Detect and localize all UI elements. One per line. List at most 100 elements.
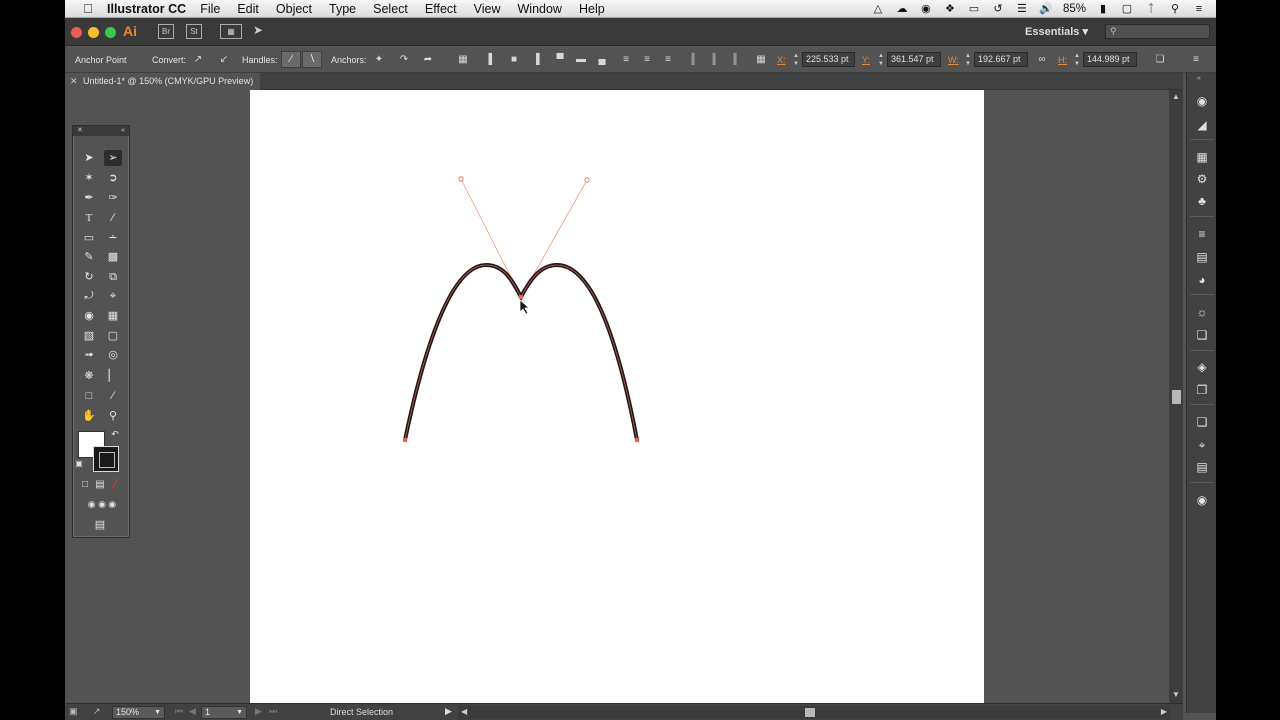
gpu-performance-icon[interactable]: ➤: [253, 23, 263, 37]
m-shaped-path[interactable]: [403, 262, 639, 442]
stroke-panel-icon[interactable]: ≡: [1194, 226, 1210, 242]
pathfinder-panel-icon[interactable]: ❏: [1194, 414, 1210, 430]
y-stepper[interactable]: ▲ ▼: [877, 52, 885, 68]
reference-point-icon[interactable]: ▦: [754, 53, 768, 67]
color-guide-panel-icon[interactable]: ◉: [1194, 93, 1210, 109]
width-tool-icon[interactable]: ⤾: [80, 288, 98, 304]
rectangle-tool-icon[interactable]: ▭: [80, 230, 98, 246]
line-segment-tool-icon[interactable]: ∕: [104, 210, 122, 226]
control-panel-menu-icon[interactable]: ≡: [1189, 53, 1203, 67]
close-panel-icon[interactable]: ✕: [77, 126, 83, 136]
bridge-button[interactable]: Br: [158, 24, 174, 39]
status-text[interactable]: Direct Selection: [330, 707, 393, 717]
magic-wand-tool-icon[interactable]: ✶: [80, 170, 98, 186]
perspective-grid-tool-icon[interactable]: ▦: [104, 308, 122, 324]
distribute-right-icon[interactable]: ║: [728, 53, 742, 67]
w-stepper[interactable]: ▲ ▼: [964, 52, 972, 68]
artboard-dropdown-icon[interactable]: ▼: [236, 707, 243, 718]
drawing-modes-icon[interactable]: ◉ ◉ ◉: [80, 496, 124, 512]
first-artboard-icon[interactable]: ⏮: [175, 706, 183, 717]
minimize-window-button[interactable]: [88, 27, 99, 38]
cloud-sync-icon[interactable]: ☁: [895, 3, 909, 15]
hand-tool-icon[interactable]: ✋: [80, 408, 98, 424]
expand-dock-icon[interactable]: «: [1197, 75, 1201, 82]
stock-button[interactable]: St: [186, 24, 202, 39]
convert-to-corner-icon[interactable]: ↗: [191, 53, 205, 67]
apple-menu-icon[interactable]: : [77, 1, 99, 16]
eyedropper-tool-icon[interactable]: ➟: [80, 347, 98, 363]
transform-panel-icon[interactable]: ⌖: [1194, 437, 1210, 453]
notification-center-icon[interactable]: ≡: [1192, 3, 1206, 15]
previous-artboard-icon[interactable]: ◀: [189, 706, 196, 717]
distribute-bottom-icon[interactable]: ≡: [661, 53, 675, 67]
h-field[interactable]: 144.989 pt: [1083, 52, 1137, 67]
align-middle-icon[interactable]: ▬: [574, 53, 588, 67]
x-stepper[interactable]: ▲ ▼: [792, 52, 800, 68]
volume-icon[interactable]: 🔊: [1039, 3, 1053, 15]
screen-mode-icon[interactable]: ▤: [90, 517, 110, 533]
remove-anchor-icon[interactable]: ✦: [372, 53, 386, 67]
distribute-top-icon[interactable]: ≡: [619, 53, 633, 67]
next-artboard-icon[interactable]: ▶: [255, 706, 262, 717]
battery-icon[interactable]: ▮: [1096, 3, 1110, 15]
bluetooth-icon[interactable]: ᛏ: [1144, 3, 1158, 15]
scroll-right-icon[interactable]: ▶: [1161, 707, 1167, 716]
gpu-preview-icon[interactable]: ▣: [69, 706, 78, 717]
mesh-tool-icon[interactable]: ▧: [80, 328, 98, 344]
color-mode-icon[interactable]: □: [78, 477, 92, 493]
y-label[interactable]: Y:: [862, 55, 870, 65]
menu-file[interactable]: File: [200, 2, 220, 16]
distribute-center-icon[interactable]: ║: [707, 53, 721, 67]
constrain-proportions-icon[interactable]: ∞: [1035, 53, 1049, 67]
spotlight-icon[interactable]: ⚲: [1168, 3, 1182, 15]
convert-to-smooth-icon[interactable]: ↙: [217, 53, 231, 67]
arrange-documents-icon[interactable]: ▦: [220, 24, 242, 39]
transform-icon[interactable]: ❏: [1153, 53, 1167, 67]
h-stepper[interactable]: ▲ ▼: [1073, 52, 1081, 68]
collapse-panel-icon[interactable]: «: [121, 126, 125, 136]
artwork-svg[interactable]: [250, 90, 984, 703]
direct-selection-tool-icon[interactable]: ➢: [104, 150, 122, 166]
stroke-color-swatch[interactable]: [93, 446, 119, 472]
free-transform-tool-icon[interactable]: ⌖: [104, 288, 122, 304]
symbol-sprayer-tool-icon[interactable]: ❋: [80, 368, 98, 384]
h-label[interactable]: H:: [1058, 55, 1067, 65]
color-panel-icon[interactable]: ◢: [1194, 117, 1210, 133]
last-artboard-icon[interactable]: ⏭: [269, 706, 277, 717]
w-label[interactable]: W:: [948, 55, 959, 65]
menu-edit[interactable]: Edit: [237, 2, 259, 16]
anchor-point-left[interactable]: [403, 438, 407, 442]
align-left-icon[interactable]: ▌: [485, 53, 499, 67]
share-icon[interactable]: ↗: [93, 706, 101, 717]
menu-window[interactable]: Window: [518, 2, 562, 16]
connect-endpoints-icon[interactable]: ↷: [397, 53, 411, 67]
transparency-panel-icon[interactable]: ◕: [1194, 272, 1210, 288]
time-machine-icon[interactable]: ↺: [991, 3, 1005, 15]
horizontal-scrollbar[interactable]: ◀ ▶: [458, 706, 1170, 719]
status-menu-icon[interactable]: ▶: [445, 706, 452, 717]
scroll-down-icon[interactable]: ▼: [1172, 690, 1180, 699]
document-tab[interactable]: ✕ Untitled-1* @ 150% (CMYK/GPU Preview): [65, 73, 260, 90]
rotate-tool-icon[interactable]: ↻: [80, 269, 98, 285]
zoom-window-button[interactable]: [105, 27, 116, 38]
hide-handles-button[interactable]: ∖: [302, 51, 322, 68]
blend-tool-icon[interactable]: ◎: [104, 347, 122, 363]
gradient-panel-icon[interactable]: ▤: [1194, 249, 1210, 265]
menu-help[interactable]: Help: [579, 2, 605, 16]
align-top-icon[interactable]: ▀: [553, 53, 567, 67]
search-adobe-stock-input[interactable]: ⚲: [1105, 24, 1210, 39]
artboards-panel-icon[interactable]: ❐: [1194, 382, 1210, 398]
column-graph-tool-icon[interactable]: ▏: [104, 368, 122, 384]
close-document-icon[interactable]: ✕: [70, 73, 78, 90]
align-right-icon[interactable]: ▐: [529, 53, 543, 67]
swap-fill-stroke-icon[interactable]: ↶: [109, 426, 121, 442]
horizontal-scroll-thumb[interactable]: [805, 708, 815, 717]
align-center-icon[interactable]: ■: [507, 53, 521, 67]
isolate-selection-icon[interactable]: ▦: [456, 53, 470, 67]
paintbrush-tool-icon[interactable]: ∸: [104, 230, 122, 246]
distribute-left-icon[interactable]: ║: [686, 53, 700, 67]
swatches-panel-icon[interactable]: ▦: [1194, 149, 1210, 165]
airplay-icon[interactable]: ▭: [967, 3, 981, 15]
menu-effect[interactable]: Effect: [425, 2, 457, 16]
creative-cloud-icon[interactable]: △: [871, 3, 885, 15]
